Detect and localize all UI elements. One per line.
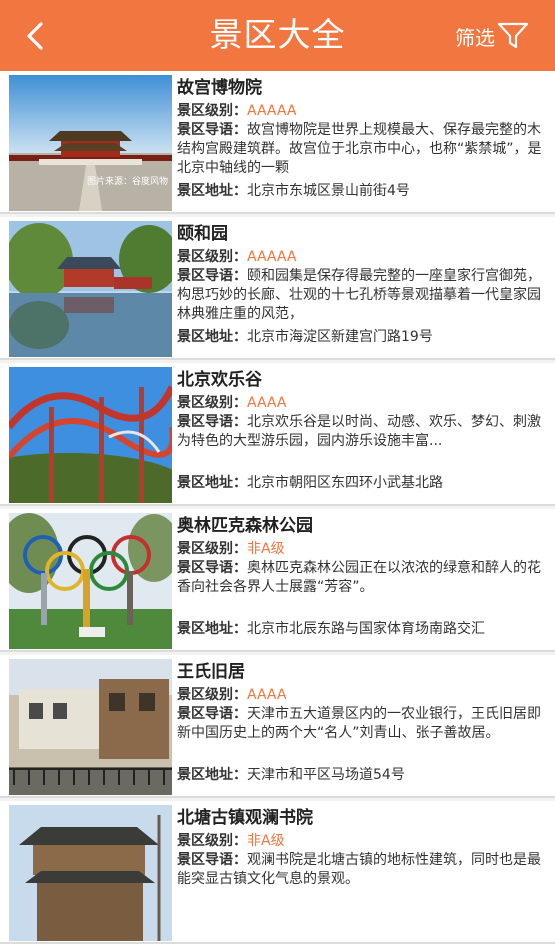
spot-photo: [9, 367, 172, 503]
funnel-icon: [497, 22, 529, 49]
spot-address: 景区地址：北京市东城区景山前街4号: [177, 183, 410, 199]
spot-address: 景区地址：天津市和平区马场道54号: [177, 767, 405, 783]
list-item[interactable]: 图片来源：谷度风物 故宫博物院 景区级别：AAAAA 景区导语：故宫博物院是世界…: [0, 71, 555, 214]
filter-label: 筛选: [455, 25, 495, 50]
spot-name: 北京欢乐谷: [177, 370, 262, 390]
spot-level: 景区级别：AAAAA: [177, 249, 297, 265]
spot-level: 景区级别：AAAA: [177, 687, 287, 703]
spot-photo: 图片来源：谷度风物: [9, 75, 172, 211]
spot-guide: 景区导语：北京欢乐谷是以时尚、动感、欢乐、梦幻、刺激为特色的大型游乐园，园内游乐…: [177, 414, 541, 449]
spot-photo: [9, 513, 172, 649]
spot-level: 景区级别：AAAA: [177, 395, 287, 411]
spot-guide: 景区导语：天津市五大道景区内的一农业银行，王氏旧居即新中国历史上的两个大“名人”…: [177, 706, 541, 741]
spot-guide: 景区导语：奥林匹克森林公园正在以浓浓的绿意和醉人的花香向社会各界人士展露“芳容”…: [177, 560, 541, 595]
photo-caption: 图片来源：谷度风物: [86, 177, 168, 187]
spot-name: 奥林匹克森林公园: [177, 516, 313, 536]
spot-photo: [9, 805, 172, 941]
spot-photo: [9, 659, 172, 795]
spot-level: 景区级别：非A级: [177, 541, 285, 557]
app-header: 景区大全 筛选: [0, 0, 555, 71]
list-item[interactable]: 王氏旧居 景区级别：AAAA 景区导语：天津市五大道景区内的一农业银行，王氏旧居…: [0, 655, 555, 798]
spot-name: 故宫博物院: [177, 78, 262, 98]
list-item[interactable]: 颐和园 景区级别：AAAAA 景区导语：颐和园集是保存得最完整的一座皇家行宫御苑…: [0, 217, 555, 360]
spot-guide: 景区导语：故宫博物院是世界上规模最大、保存最完整的木结构宫殿建筑群。故宫位于北京…: [177, 122, 542, 176]
spot-level: 景区级别：非A级: [177, 833, 285, 849]
spot-guide: 景区导语：颐和园集是保存得最完整的一座皇家行宫御苑，构思巧妙的长廊、壮观的十七孔…: [177, 268, 541, 322]
spot-photo: [9, 221, 172, 357]
spot-level: 景区级别：AAAAA: [177, 103, 297, 119]
list-item[interactable]: 奥林匹克森林公园 景区级别：非A级 景区导语：奥林匹克森林公园正在以浓浓的绿意和…: [0, 509, 555, 652]
spot-address: 景区地址：北京市北辰东路与国家体育场南路交汇: [177, 621, 485, 637]
list-item[interactable]: 北塘古镇观澜书院 景区级别：非A级 景区导语：观澜书院是北塘古镇的地标性建筑，同…: [0, 801, 555, 944]
spot-address: 景区地址：北京市朝阳区东四环小武基北路: [177, 475, 443, 491]
list-item[interactable]: 北京欢乐谷 景区级别：AAAA 景区导语：北京欢乐谷是以时尚、动感、欢乐、梦幻、…: [0, 363, 555, 506]
spot-name: 王氏旧居: [177, 662, 245, 682]
spot-name: 颐和园: [177, 224, 228, 244]
spot-guide: 景区导语：观澜书院是北塘古镇的地标性建筑，同时也是最能突显古镇文化气息的景观。: [177, 852, 541, 887]
spot-address: 景区地址：北京市海淀区新建宫门路19号: [177, 329, 433, 345]
spot-name: 北塘古镇观澜书院: [177, 808, 313, 828]
filter-button[interactable]: 筛选: [455, 20, 529, 52]
